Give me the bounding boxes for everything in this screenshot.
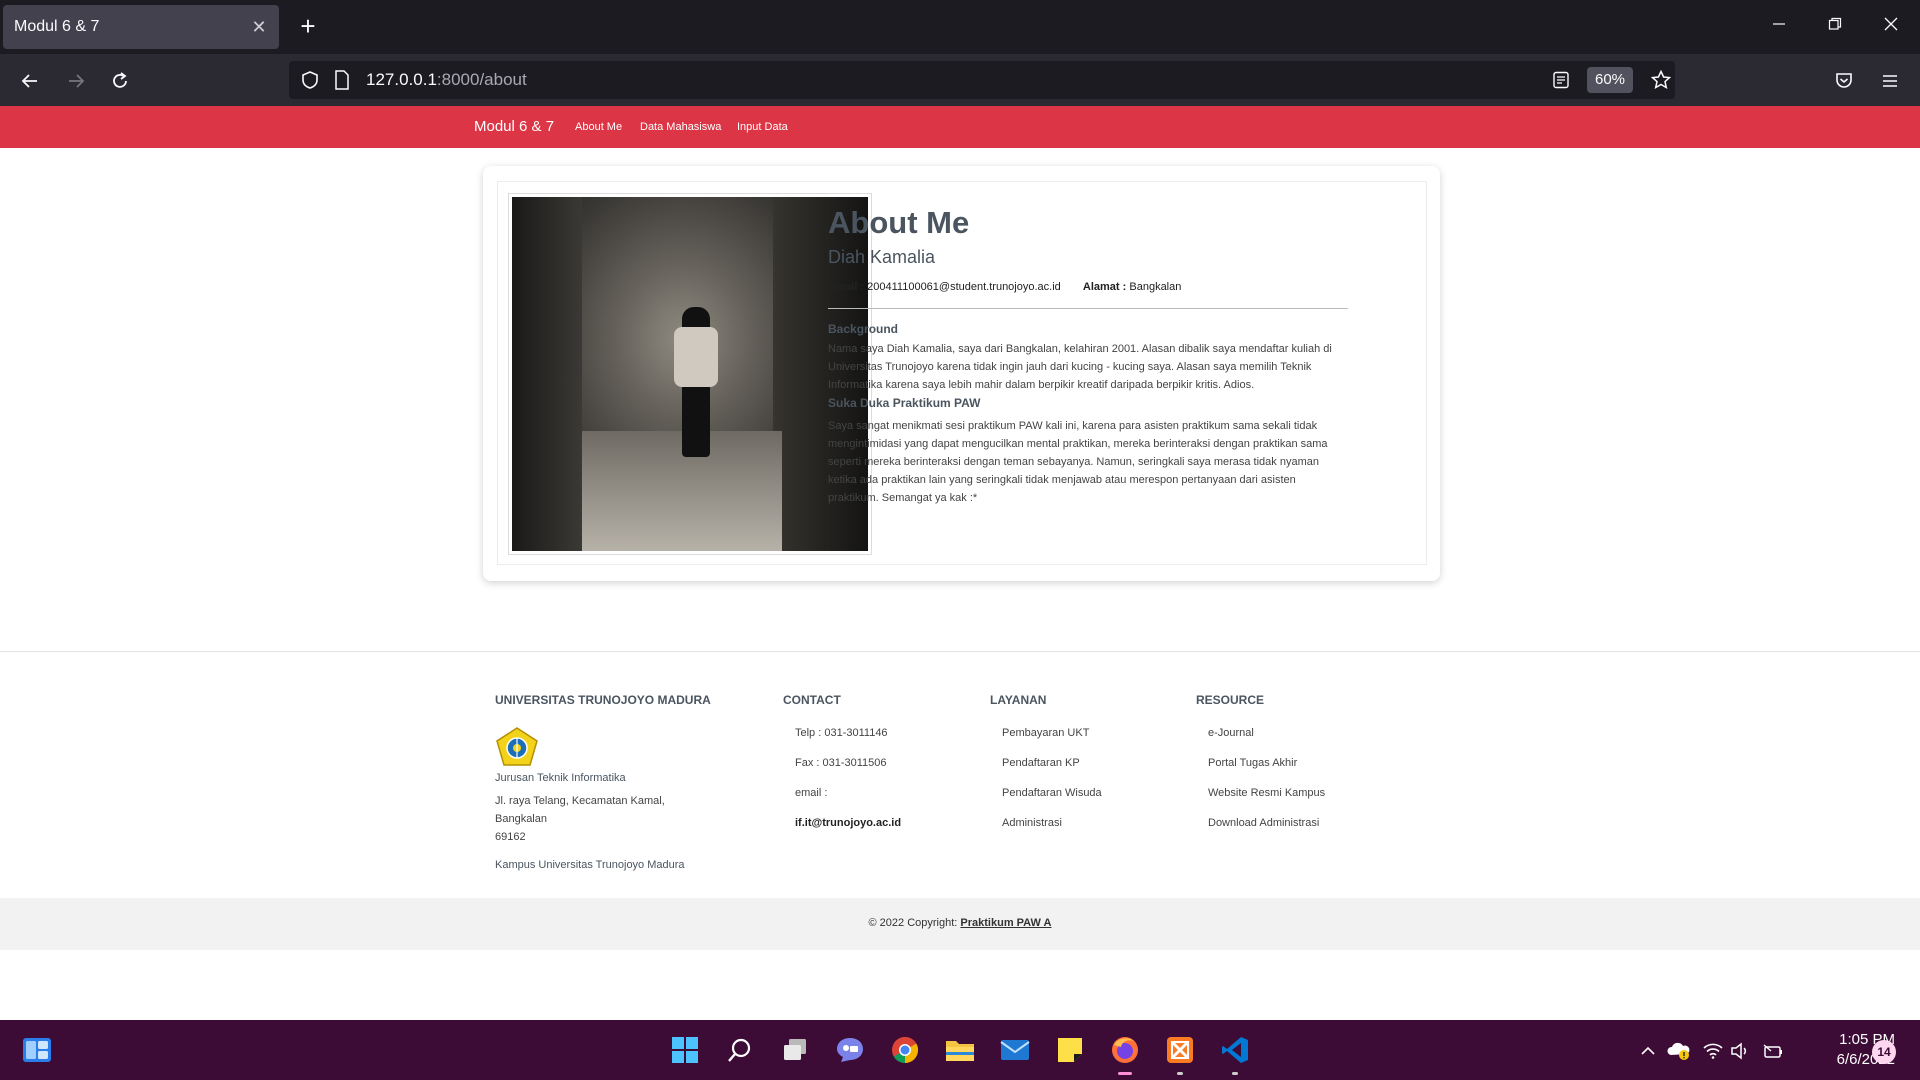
footer-link-download-administrasi[interactable]: Download Administrasi bbox=[1208, 817, 1319, 829]
divider bbox=[828, 308, 1348, 309]
start-icon[interactable] bbox=[668, 1033, 702, 1067]
footer-layanan-title: LAYANAN bbox=[990, 693, 1047, 707]
site-navbar: Modul 6 & 7 About Me Data Mahasiswa Inpu… bbox=[0, 106, 1920, 148]
file-explorer-icon[interactable] bbox=[943, 1033, 977, 1067]
battery-icon[interactable] bbox=[1761, 1040, 1785, 1062]
footer-fax: Fax : 031-3011506 bbox=[795, 757, 887, 769]
page-title: About Me bbox=[828, 205, 970, 240]
chrome-icon[interactable] bbox=[888, 1033, 922, 1067]
pocket-icon[interactable] bbox=[1828, 65, 1860, 97]
footer-link-pembayaran-ukt[interactable]: Pembayaran UKT bbox=[1002, 727, 1089, 739]
profile-photo bbox=[508, 193, 872, 555]
shield-icon[interactable] bbox=[300, 70, 320, 90]
footer-divider bbox=[0, 651, 1920, 652]
bookmark-star-icon[interactable] bbox=[1651, 70, 1671, 90]
url-text[interactable]: 127.0.0.1:8000/about bbox=[366, 70, 527, 90]
wifi-icon[interactable] bbox=[1701, 1040, 1725, 1062]
firefox-active-indicator bbox=[1118, 1072, 1132, 1075]
footer-address-line2: Bangkalan bbox=[495, 813, 547, 825]
page-icon[interactable] bbox=[333, 70, 351, 90]
mail-icon[interactable] bbox=[998, 1033, 1032, 1067]
volume-icon[interactable] bbox=[1728, 1040, 1752, 1062]
browser-tab-active[interactable]: Modul 6 & 7 ✕ bbox=[3, 5, 279, 49]
suka-duka-heading: Suka Duka Praktikum PAW bbox=[828, 396, 981, 410]
restore-icon[interactable] bbox=[1820, 12, 1850, 42]
footer-zip: 69162 bbox=[495, 831, 526, 843]
email-label: Email : bbox=[828, 281, 865, 293]
footer-link-administrasi[interactable]: Administrasi bbox=[1002, 817, 1062, 829]
tab-close-icon[interactable]: ✕ bbox=[249, 17, 269, 38]
browser-toolbar: 127.0.0.1:8000/about 60% bbox=[0, 54, 1920, 106]
navbar-brand[interactable]: Modul 6 & 7 bbox=[474, 118, 554, 135]
sticky-notes-icon[interactable] bbox=[1053, 1033, 1087, 1067]
tab-title: Modul 6 & 7 bbox=[14, 18, 100, 35]
search-icon[interactable] bbox=[723, 1033, 757, 1067]
firefox-icon[interactable] bbox=[1108, 1033, 1142, 1067]
minimize-icon[interactable] bbox=[1764, 12, 1794, 42]
address-bar[interactable]: 127.0.0.1:8000/about 60% bbox=[289, 61, 1675, 99]
footer-resource-title: RESOURCE bbox=[1196, 693, 1265, 707]
background-heading: Background bbox=[828, 322, 899, 336]
background-text: Nama saya Diah Kamalia, saya dari Bangka… bbox=[828, 343, 1332, 391]
url-path: :8000/about bbox=[436, 70, 527, 89]
widgets-icon[interactable] bbox=[20, 1033, 54, 1067]
footer-link-ejournal[interactable]: e-Journal bbox=[1208, 727, 1254, 739]
xampp-icon[interactable] bbox=[1163, 1033, 1197, 1067]
footer-dept: Jurusan Teknik Informatika bbox=[495, 772, 626, 784]
menu-icon[interactable] bbox=[1874, 65, 1906, 97]
university-logo bbox=[496, 727, 538, 766]
footer-contact-title: CONTACT bbox=[783, 693, 841, 707]
profile-contact: Email : 200411100061@student.trunojoyo.a… bbox=[828, 281, 1181, 293]
back-icon[interactable] bbox=[14, 65, 46, 97]
vscode-icon[interactable] bbox=[1218, 1033, 1252, 1067]
footer-link-pendaftaran-kp[interactable]: Pendaftaran KP bbox=[1002, 757, 1080, 769]
footer-telp: Telp : 031-3011146 bbox=[795, 727, 888, 739]
forward-icon[interactable] bbox=[60, 65, 92, 97]
copyright-bar: © 2022 Copyright: Praktikum PAW A bbox=[0, 898, 1920, 950]
reader-view-icon[interactable] bbox=[1552, 71, 1570, 89]
nav-link-data-mahasiswa[interactable]: Data Mahasiswa bbox=[640, 121, 721, 133]
footer-link-portal-tugas-akhir[interactable]: Portal Tugas Akhir bbox=[1208, 757, 1297, 769]
chevron-up-icon[interactable] bbox=[1636, 1040, 1660, 1062]
reload-icon[interactable] bbox=[104, 65, 136, 97]
nav-link-input-data[interactable]: Input Data bbox=[737, 121, 788, 133]
profile-name: Diah Kamalia bbox=[828, 247, 936, 267]
email-value: 200411100061@student.trunojoyo.ac.id bbox=[867, 281, 1061, 293]
about-card-body: About Me Diah Kamalia Email : 2004111000… bbox=[497, 181, 1427, 565]
address-label: Alamat : bbox=[1082, 281, 1127, 293]
windows-taskbar: 1:05 PM 6/6/2022 14 bbox=[0, 1020, 1920, 1080]
footer-link-pendaftaran-wisuda[interactable]: Pendaftaran Wisuda bbox=[1002, 787, 1102, 799]
nav-link-about-me[interactable]: About Me bbox=[575, 121, 622, 133]
address-value: Bangkalan bbox=[1129, 281, 1182, 293]
zoom-level-button[interactable]: 60% bbox=[1587, 67, 1633, 93]
chat-icon[interactable] bbox=[833, 1033, 867, 1067]
footer-univ-title: UNIVERSITAS TRUNOJOYO MADURA bbox=[495, 693, 711, 707]
close-window-icon[interactable] bbox=[1876, 12, 1906, 42]
task-view-icon[interactable] bbox=[778, 1033, 812, 1067]
copyright-label: © 2022 Copyright: bbox=[868, 917, 958, 929]
copyright-text: © 2022 Copyright: Praktikum PAW A bbox=[0, 917, 1920, 929]
footer-email-link[interactable]: if.it@trunojoyo.ac.id bbox=[795, 817, 901, 829]
suka-duka-text: Saya sangat menikmati sesi praktikum PAW… bbox=[828, 420, 1328, 504]
browser-tab-bar: Modul 6 & 7 ✕ + bbox=[0, 0, 1920, 54]
footer-link-website-resmi[interactable]: Website Resmi Kampus bbox=[1208, 787, 1325, 799]
copyright-link[interactable]: Praktikum PAW A bbox=[960, 917, 1051, 929]
new-tab-icon[interactable]: + bbox=[293, 12, 323, 42]
footer-email-label: email : bbox=[795, 787, 828, 799]
notification-badge[interactable]: 14 bbox=[1872, 1040, 1896, 1064]
about-card: About Me Diah Kamalia Email : 2004111000… bbox=[483, 166, 1440, 581]
xampp-open-indicator bbox=[1177, 1072, 1183, 1075]
footer-campus: Kampus Universitas Trunojoyo Madura bbox=[495, 859, 685, 871]
url-host: 127.0.0.1 bbox=[366, 70, 437, 89]
vscode-open-indicator bbox=[1232, 1072, 1238, 1075]
footer-address-line1: Jl. raya Telang, Kecamatan Kamal, bbox=[495, 795, 665, 807]
onedrive-warning-icon[interactable] bbox=[1667, 1040, 1691, 1062]
